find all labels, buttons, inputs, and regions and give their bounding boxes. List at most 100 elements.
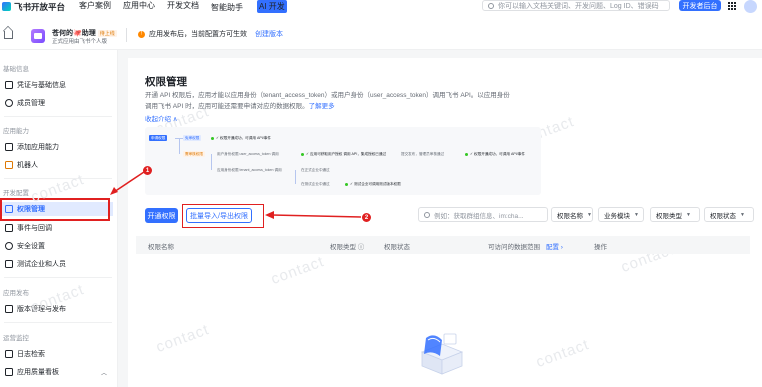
create-version-link[interactable]: 创建版本 bbox=[255, 29, 283, 39]
shield-icon bbox=[5, 242, 13, 250]
flow-node-no-review: 免审权限 bbox=[183, 135, 202, 141]
column-header-status: 权限状态 bbox=[384, 244, 410, 251]
notice-text: 应用发布后，当前配置方可生效 bbox=[149, 31, 247, 38]
search-icon bbox=[488, 2, 494, 9]
sidebar-item-bot[interactable]: 机器人 bbox=[2, 158, 113, 172]
filter-business-module[interactable]: 业务模块 ▼ bbox=[598, 207, 644, 222]
filter-permission-type[interactable]: 权限类型 ▼ bbox=[650, 207, 700, 222]
nav-link-assistant-label: 智能助手 bbox=[211, 3, 244, 12]
flow-node-user-token: 用户身份权限 user_access_token 调用 bbox=[217, 151, 279, 156]
flow-node-enabled-2: ✓ 权限开通成功，可调用 API/事件 bbox=[463, 151, 527, 157]
annotation-highlight-sidebar bbox=[0, 198, 110, 221]
collapse-intro-link[interactable]: 收起介绍 ∧ bbox=[145, 113, 178, 123]
filter-label: 权限类型 bbox=[656, 212, 682, 220]
nav-link-app-center[interactable]: 应用中心 bbox=[123, 0, 155, 13]
flow-connector bbox=[211, 154, 212, 170]
flow-connector bbox=[179, 138, 180, 154]
filter-permission-name[interactable]: 权限名称 ▼ bbox=[551, 207, 593, 222]
chevron-down-icon: ▼ bbox=[686, 211, 691, 218]
sidebar-item-log-search[interactable]: 日志检索 bbox=[2, 347, 113, 361]
sidebar-item-test-enterprise[interactable]: 测试企业和人员 bbox=[2, 257, 113, 271]
divider bbox=[4, 322, 112, 323]
divider bbox=[126, 28, 127, 42]
flow-node-enabled: ✓ 权限开通成功，可调用 API/事件 bbox=[209, 135, 273, 141]
sidebar-section-release: 应用发布 bbox=[3, 290, 29, 297]
home-icon[interactable] bbox=[4, 31, 13, 39]
flow-node-prod-enterprise: 在正式企业中通过 bbox=[301, 167, 330, 172]
column-header-type[interactable]: 权限类型 ⓘ bbox=[330, 241, 364, 251]
global-search-placeholder: 你可以输入文档关键词、开发问题、Log ID、错误码 bbox=[498, 2, 659, 10]
test-icon bbox=[5, 260, 13, 268]
sidebar-item-events[interactable]: 事件与回调 bbox=[2, 221, 113, 235]
column-header-actions: 操作 bbox=[594, 244, 607, 251]
nav-link-assistant[interactable]: 智能助手 AI 开发 bbox=[211, 0, 299, 13]
sidebar-item-credentials[interactable]: 凭证与基础信息 bbox=[2, 78, 113, 92]
search-icon bbox=[424, 211, 430, 218]
flow-node-apply: 申请权限 bbox=[149, 135, 168, 141]
divider bbox=[4, 277, 112, 278]
filter-permission-status[interactable]: 权限状态 ▼ bbox=[704, 207, 754, 222]
sidebar-item-add-capability[interactable]: 添加应用能力 bbox=[2, 140, 113, 154]
sidebar-item-quality-dashboard[interactable]: 应用质量看板 ︿ bbox=[2, 365, 113, 379]
sidebar-item-label: 添加应用能力 bbox=[17, 144, 59, 151]
chevron-down-icon: ▼ bbox=[740, 211, 745, 218]
chart-icon bbox=[5, 368, 13, 376]
grid-plus-icon bbox=[5, 143, 13, 151]
sidebar-item-label: 安全设置 bbox=[17, 243, 45, 250]
feishu-logo-icon bbox=[2, 2, 11, 11]
divider bbox=[4, 116, 112, 117]
sidebar-section-basic: 基础信息 bbox=[3, 66, 29, 73]
annotation-arrow-2 bbox=[265, 211, 362, 219]
page-title: 权限管理 bbox=[145, 76, 187, 88]
column-header-data-scope: 可访问的数据范围 bbox=[488, 244, 540, 251]
sidebar-item-label: 应用质量看板 bbox=[17, 369, 59, 376]
description-line-2: 调用飞书 API 时，应用可能还需要申请对应的数据权限。 bbox=[145, 103, 309, 110]
sidebar-item-members[interactable]: 成员管理 bbox=[2, 96, 113, 110]
flow-node-test-enterprise: 在测试企业中通过 bbox=[301, 181, 330, 186]
app-name-text: 苍何的🐙助理 bbox=[52, 30, 96, 37]
chevron-down-icon: ▼ bbox=[587, 211, 592, 218]
status-badge: 待上线 bbox=[97, 30, 117, 37]
app-logo-icon bbox=[31, 29, 45, 43]
flow-connector bbox=[295, 170, 296, 184]
sidebar-section-dev-config: 开发配置 bbox=[3, 190, 29, 197]
permission-search-input[interactable]: 例如：获取群组信息、im:cha... bbox=[418, 207, 548, 222]
flow-node-needs-review: 需审核权限 bbox=[183, 151, 205, 157]
description-line-1: 开通 API 权限后，应用才能以应用身份（tenant_access_token… bbox=[145, 92, 510, 99]
page-description: 开通 API 权限后，应用才能以应用身份（tenant_access_token… bbox=[145, 90, 545, 112]
permission-search-placeholder: 例如：获取群组信息、im:cha... bbox=[434, 212, 524, 220]
nav-links: 客户案例 应用中心 开发文档 智能助手 AI 开发 bbox=[79, 0, 311, 13]
log-icon bbox=[5, 350, 13, 358]
apps-grid-icon[interactable] bbox=[728, 2, 736, 10]
sidebar-item-label: 凭证与基础信息 bbox=[17, 82, 66, 89]
publish-notice: ! 应用发布后，当前配置方可生效 创建版本 bbox=[138, 29, 283, 39]
sidebar-item-label: 机器人 bbox=[17, 162, 38, 169]
sidebar-item-label: 测试企业和人员 bbox=[17, 261, 66, 268]
learn-more-link[interactable]: 了解更多 bbox=[309, 103, 335, 110]
sidebar-section-monitoring: 运营监控 bbox=[3, 335, 29, 342]
permission-table-header: 权限名称 权限类型 ⓘ 权限状态 可访问的数据范围 配置 › 操作 bbox=[136, 236, 750, 254]
warning-icon: ! bbox=[138, 30, 145, 38]
nav-link-cases[interactable]: 客户案例 bbox=[79, 0, 111, 13]
event-icon bbox=[5, 224, 13, 232]
annotation-arrow-1 bbox=[110, 171, 145, 195]
sidebar-item-label: 事件与回调 bbox=[17, 225, 52, 232]
empty-state-illustration bbox=[420, 333, 464, 375]
flow-node-tenant-token: 应用身份权限 tenant_access_token 调用 bbox=[217, 167, 282, 172]
sidebar-item-security[interactable]: 安全设置 bbox=[2, 239, 113, 253]
global-search-input[interactable]: 你可以输入文档关键词、开发问题、Log ID、错误码 bbox=[482, 0, 670, 11]
brand[interactable]: 飞书开放平台 bbox=[2, 1, 65, 13]
nav-link-docs[interactable]: 开发文档 bbox=[167, 0, 199, 13]
flow-node-user-auth: ✓ 应用可获取用户授权 调用 API，集成授权已通过 bbox=[299, 151, 388, 157]
user-icon bbox=[5, 99, 13, 107]
credential-icon bbox=[5, 81, 13, 89]
ai-badge: AI 开发 bbox=[257, 0, 287, 13]
sidebar-item-label: 成员管理 bbox=[17, 100, 45, 107]
column-header-config-link[interactable]: 配置 › bbox=[546, 241, 563, 251]
developer-console-button[interactable]: 开发者后台 bbox=[679, 0, 721, 11]
flow-node-test-enabled: ✓ 测试企业可调用测试版本权限 bbox=[343, 181, 403, 187]
column-header-name: 权限名称 bbox=[148, 244, 174, 251]
filter-label: 权限状态 bbox=[710, 212, 736, 220]
enable-permission-button[interactable]: 开通权限 bbox=[145, 208, 178, 223]
filter-label: 业务模块 bbox=[604, 212, 630, 220]
